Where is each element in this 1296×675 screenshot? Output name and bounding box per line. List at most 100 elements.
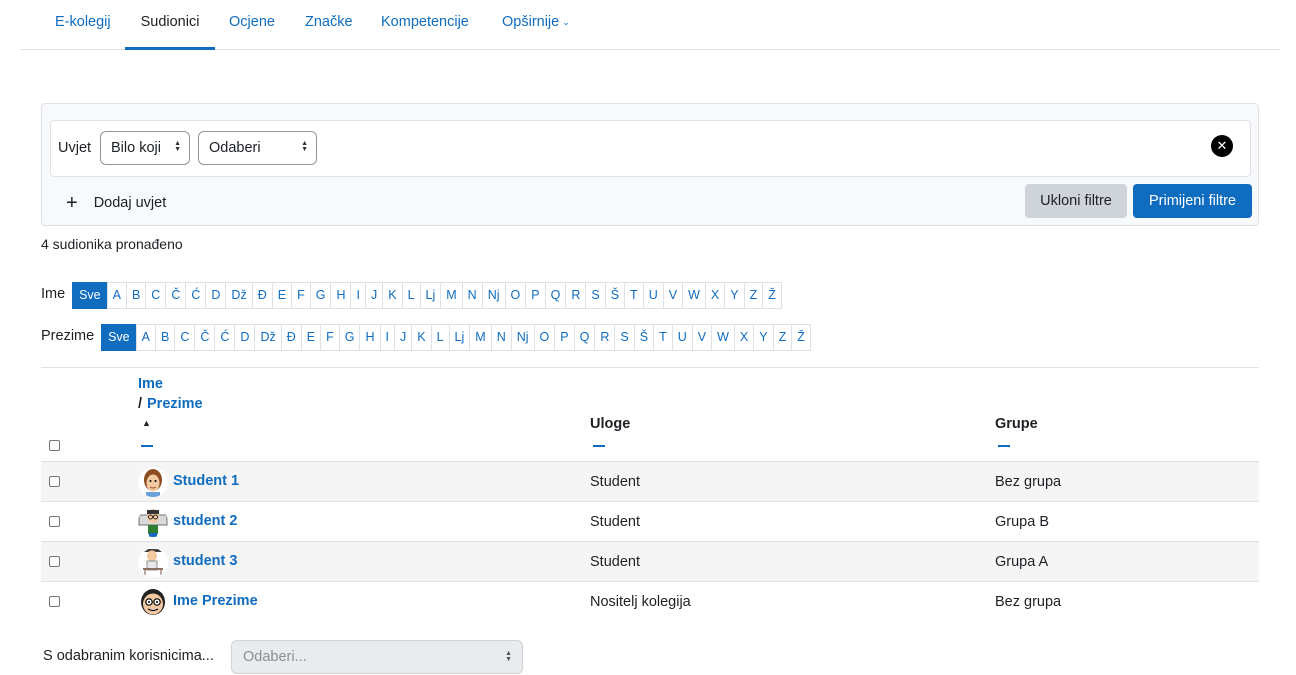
lastname-initial-letter[interactable]: Q — [573, 324, 596, 351]
firstname-initial-letter[interactable]: V — [662, 282, 684, 309]
lastname-initial-letter[interactable]: W — [711, 324, 735, 351]
firstname-initial-letter[interactable]: A — [106, 282, 127, 309]
firstname-initial-letter[interactable]: Đ — [251, 282, 273, 309]
lastname-initial-letter[interactable]: S — [614, 324, 635, 351]
lastname-initial-letter[interactable]: A — [135, 324, 156, 351]
lastname-initial-letter[interactable]: Y — [753, 324, 774, 351]
firstname-initial-letter[interactable]: N — [461, 282, 483, 309]
firstname-initial-letter[interactable]: Lj — [419, 282, 442, 309]
match-type-select[interactable]: Bilo koji ▲ ▼ — [100, 131, 190, 165]
firstname-initial-letter[interactable]: Š — [604, 282, 626, 309]
firstname-initial-letter[interactable]: M — [440, 282, 463, 309]
participants-table: Ime / Prezime ▲ Uloge Grupe Student 1 St… — [41, 367, 1259, 621]
row-select-checkbox[interactable] — [49, 556, 60, 567]
user-group: Bez grupa — [995, 474, 1062, 490]
firstname-initial-letter[interactable]: D — [205, 282, 227, 309]
lastname-initial-letter[interactable]: N — [490, 324, 512, 351]
filter-type-select[interactable]: Odaberi ▲ ▼ — [198, 131, 317, 165]
firstname-initial-letter[interactable]: Y — [724, 282, 745, 309]
collapse-roles-column-icon[interactable] — [593, 445, 605, 447]
firstname-initial-letter[interactable]: Nj — [481, 282, 506, 309]
firstname-initial-letter[interactable]: C — [145, 282, 167, 309]
sort-firstname-link[interactable]: Ime — [138, 376, 163, 392]
user-name-link[interactable]: student 2 — [173, 513, 237, 529]
firstname-initial-letter[interactable]: Ž — [762, 282, 782, 309]
firstname-initial-letter[interactable]: P — [525, 282, 546, 309]
row-select-checkbox[interactable] — [49, 596, 60, 607]
lastname-initial-letter[interactable]: G — [338, 324, 361, 351]
lastname-initial-letter[interactable]: H — [359, 324, 381, 351]
add-condition-button[interactable]: + Dodaj uvjet — [66, 190, 166, 214]
row-select-checkbox[interactable] — [49, 476, 60, 487]
lastname-initial-letter[interactable]: I — [379, 324, 395, 351]
firstname-initial-letter[interactable]: G — [309, 282, 332, 309]
lastname-initial-letter[interactable]: Ž — [791, 324, 811, 351]
lastname-initial-letter[interactable]: V — [691, 324, 713, 351]
user-name-link[interactable]: student 3 — [173, 553, 237, 569]
lastname-initial-letter[interactable]: F — [320, 324, 340, 351]
remove-condition-icon[interactable]: ✕ — [1211, 135, 1233, 157]
bulk-action-select[interactable]: Odaberi... ▲ ▼ — [231, 640, 523, 674]
firstname-initial-letter[interactable]: X — [704, 282, 726, 309]
lastname-initial-letter[interactable]: B — [154, 324, 176, 351]
user-name-link[interactable]: Student 1 — [173, 473, 239, 489]
collapse-groups-column-icon[interactable] — [998, 445, 1010, 447]
lastname-initial-letter[interactable]: O — [533, 324, 556, 351]
firstname-initial-letter[interactable]: B — [125, 282, 147, 309]
lastname-initial-letter[interactable]: Ć — [214, 324, 236, 351]
lastname-initial-letter[interactable]: E — [300, 324, 322, 351]
firstname-initial-letter[interactable]: E — [271, 282, 293, 309]
select-all-checkbox[interactable] — [49, 440, 60, 451]
firstname-initial-letter[interactable]: S — [585, 282, 606, 309]
lastname-initial-letter[interactable]: K — [411, 324, 432, 351]
user-name-link[interactable]: Ime Prezime — [173, 593, 258, 609]
lastname-initial-letter[interactable]: Lj — [448, 324, 471, 351]
row-select-checkbox[interactable] — [49, 516, 60, 527]
avatar — [138, 587, 168, 617]
tab-more[interactable]: Opširnije ⌄ — [487, 0, 585, 50]
clear-filters-button[interactable]: Ukloni filtre — [1025, 184, 1127, 218]
firstname-initial-letter[interactable]: W — [682, 282, 706, 309]
tab-badges[interactable]: Značke — [290, 0, 368, 50]
firstname-initial-letter[interactable]: R — [565, 282, 587, 309]
tab-course[interactable]: E-kolegij — [40, 0, 126, 50]
lastname-initial-letter[interactable]: Š — [633, 324, 655, 351]
lastname-initial-letter[interactable]: C — [174, 324, 196, 351]
lastname-initial-letter[interactable]: Đ — [280, 324, 302, 351]
firstname-initial-all[interactable]: Sve — [72, 282, 108, 309]
lastname-initial-all[interactable]: Sve — [101, 324, 137, 351]
lastname-initial-letter[interactable]: L — [430, 324, 450, 351]
firstname-initial-letter[interactable]: T — [624, 282, 644, 309]
lastname-initial-letter[interactable]: J — [393, 324, 413, 351]
firstname-initial-letter[interactable]: L — [401, 282, 421, 309]
firstname-initial-letter[interactable]: U — [642, 282, 664, 309]
firstname-initial-letter[interactable]: I — [350, 282, 366, 309]
apply-filters-button[interactable]: Primijeni filtre — [1133, 184, 1252, 218]
collapse-name-column-icon[interactable] — [141, 445, 153, 447]
lastname-initial-letter[interactable]: Z — [772, 324, 793, 351]
lastname-initial-letter[interactable]: R — [594, 324, 616, 351]
lastname-initial-letter[interactable]: Nj — [510, 324, 535, 351]
lastname-initial-letter[interactable]: U — [671, 324, 693, 351]
tab-grades[interactable]: Ocjene — [214, 0, 290, 50]
firstname-initial-letter[interactable]: H — [330, 282, 352, 309]
lastname-initial-letter[interactable]: P — [554, 324, 575, 351]
firstname-initial-letter[interactable]: Dž — [225, 282, 253, 309]
lastname-initial-letter[interactable]: M — [469, 324, 492, 351]
firstname-initial-letter[interactable]: J — [364, 282, 384, 309]
lastname-initial-letter[interactable]: Dž — [254, 324, 282, 351]
lastname-initial-letter[interactable]: T — [653, 324, 673, 351]
firstname-initial-letter[interactable]: Z — [743, 282, 764, 309]
tab-competencies[interactable]: Kompetencije — [366, 0, 484, 50]
firstname-initial-letter[interactable]: F — [291, 282, 311, 309]
firstname-initial-letter[interactable]: Q — [544, 282, 567, 309]
lastname-initial-letter[interactable]: X — [733, 324, 755, 351]
lastname-initial-letter[interactable]: Č — [194, 324, 216, 351]
sort-lastname-link[interactable]: Prezime — [147, 396, 203, 412]
lastname-initial-letter[interactable]: D — [234, 324, 256, 351]
tab-participants[interactable]: Sudionici — [125, 0, 215, 50]
firstname-initial-letter[interactable]: K — [382, 282, 403, 309]
firstname-initial-letter[interactable]: Ć — [185, 282, 207, 309]
firstname-initial-letter[interactable]: O — [504, 282, 527, 309]
firstname-initial-letter[interactable]: Č — [165, 282, 187, 309]
